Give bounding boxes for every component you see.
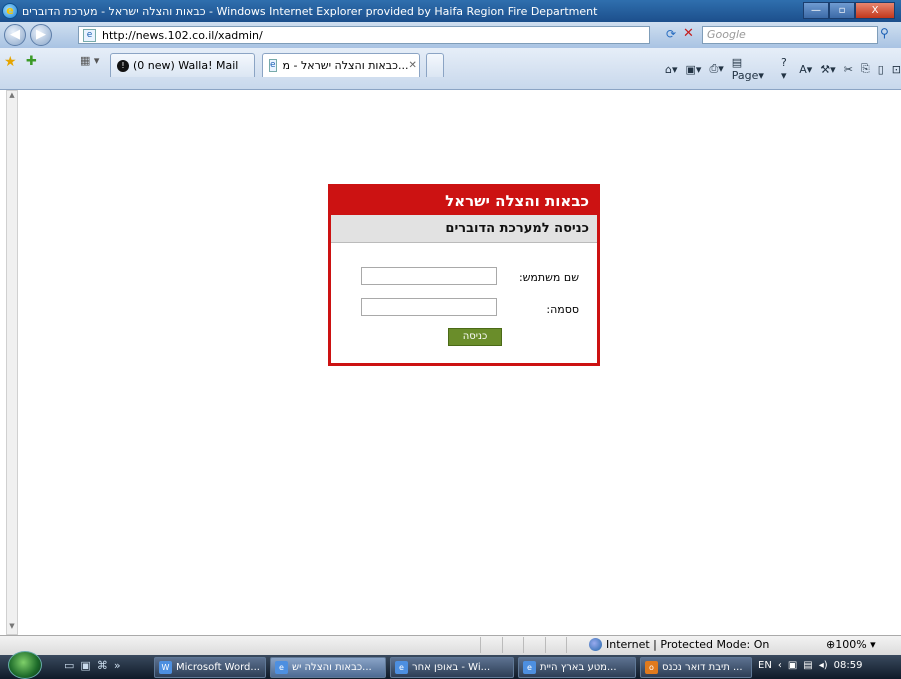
tray-expand-icon[interactable]: ‹ <box>778 660 782 671</box>
close-window-button[interactable]: X <box>855 2 895 19</box>
home-icon[interactable]: ⌂▾ <box>665 63 678 76</box>
window-title: כבאות והצלה ישראל - מערכת הדוברים - Wind… <box>22 4 598 18</box>
vertical-scrollbar[interactable]: ▲ ▼ <box>6 90 18 635</box>
refresh-icon[interactable]: ⟳ <box>666 27 676 41</box>
ie-icon: e <box>395 661 408 674</box>
network-tray-icon[interactable]: ▤ <box>803 660 812 671</box>
new-tab-button[interactable] <box>426 53 444 77</box>
volume-icon[interactable]: ◂) <box>819 660 828 671</box>
back-button[interactable]: ◀ <box>4 24 26 46</box>
login-title: כבאות והצלה ישראל <box>331 187 597 215</box>
show-desktop-icon[interactable]: ▭ <box>64 659 74 672</box>
taskbar-item-ie-active[interactable]: e כבאות והצלה יש... <box>270 657 386 678</box>
network-icon[interactable]: ⌘ <box>97 659 108 672</box>
tools-icon[interactable]: ⚒▾ <box>820 63 835 76</box>
start-button[interactable] <box>8 651 42 679</box>
clock[interactable]: 08:59 <box>834 660 863 671</box>
globe-icon <box>589 638 602 651</box>
system-tray: EN ‹ ▣ ▤ ◂) 08:59 <box>758 660 862 671</box>
feeds-icon[interactable]: ▣▾ <box>686 63 702 76</box>
ie-icon: e <box>523 661 536 674</box>
username-input[interactable] <box>361 267 497 285</box>
ie-icon: e <box>275 661 288 674</box>
add-favorite-icon[interactable]: ✚ <box>26 54 37 69</box>
search-icon[interactable]: ⚲ <box>880 26 889 40</box>
login-panel: כבאות והצלה ישראל כניסה למערכת הדוברים ש… <box>328 184 600 366</box>
status-divider <box>502 637 503 653</box>
tab-walla-mail[interactable]: ! (0 new) Walla! Mail <box>110 53 255 77</box>
outlook-icon: o <box>645 661 658 674</box>
switch-windows-icon[interactable]: ▣ <box>80 659 90 672</box>
username-label: שם משתמש: <box>518 271 579 284</box>
maximize-button[interactable]: ▫ <box>829 2 855 19</box>
taskbar-item-ie[interactable]: e מטע בארץ היית... <box>518 657 636 678</box>
login-subtitle: כניסה למערכת הדוברים <box>331 215 597 243</box>
print-icon[interactable]: ⎙▾ <box>709 62 723 76</box>
page-icon: e <box>83 28 96 42</box>
status-divider <box>480 637 481 653</box>
forward-button[interactable]: ▶ <box>30 24 52 46</box>
zoom-level[interactable]: ⊕100% ▾ <box>826 638 876 651</box>
status-divider <box>566 637 567 653</box>
address-url: http://news.102.co.il/xadmin/ <box>102 28 263 42</box>
walla-icon: ! <box>117 59 129 72</box>
password-input[interactable] <box>361 298 497 316</box>
tab-label: (0 new) Walla! Mail <box>133 59 239 72</box>
taskbar-item-word[interactable]: W Microsoft Word... <box>154 657 266 678</box>
ie-logo-icon: e <box>2 3 18 19</box>
outlook-tray-icon[interactable]: ▣ <box>788 660 797 671</box>
taskbar-item-ie[interactable]: e באופן אחר - Wi... <box>390 657 514 678</box>
password-label: ססמה: <box>546 303 579 316</box>
more-icon[interactable]: » <box>114 659 121 672</box>
taskbar-item-outlook[interactable]: o תיבת דואר נכנס ... <box>640 657 752 678</box>
ie-page-icon: e <box>269 59 277 72</box>
tab-label: כבאות והצלה ישראל - מ... <box>282 59 409 72</box>
command-bar: ⌂▾ ▣▾ ⎙▾ ▤ Page▾ ?▾ A▾ ⚒▾ ✂ ⎘ ▯ ⊡ <box>665 56 901 82</box>
security-zone[interactable]: Internet | Protected Mode: On <box>589 638 769 651</box>
stop-icon[interactable]: ✕ <box>683 26 694 41</box>
clip-icon[interactable]: ✂ <box>844 63 853 76</box>
full-screen-icon[interactable]: ⊡ <box>892 63 901 76</box>
word-icon: W <box>159 661 172 674</box>
zone-text: Internet | Protected Mode: On <box>606 638 770 651</box>
quick-tabs-icon[interactable]: ▦ ▾ <box>80 54 99 67</box>
tab-close-icon[interactable]: ✕ <box>408 60 416 71</box>
search-input[interactable]: Google <box>702 26 878 44</box>
help-icon[interactable]: ?▾ <box>781 56 791 82</box>
tab-fire-rescue[interactable]: e כבאות והצלה ישראל - מ... ✕ <box>262 53 420 77</box>
quick-launch: ▭ ▣ ⌘ » <box>64 659 121 672</box>
language-indicator[interactable]: EN <box>758 660 772 671</box>
page-menu[interactable]: ▤ Page▾ <box>732 56 773 82</box>
favorites-star-icon[interactable]: ★ <box>4 54 17 70</box>
login-submit-button[interactable]: כניסה <box>448 328 502 346</box>
status-divider <box>523 637 524 653</box>
notes-icon[interactable]: ▯ <box>878 63 884 76</box>
status-divider <box>545 637 546 653</box>
minimize-button[interactable]: — <box>803 2 829 19</box>
scroll-up-icon[interactable]: ▲ <box>7 91 17 103</box>
window-controls: — ▫ X <box>803 2 895 19</box>
research-icon[interactable]: A▾ <box>799 63 812 76</box>
copy-icon[interactable]: ⎘ <box>861 62 870 76</box>
address-input[interactable]: e http://news.102.co.il/xadmin/ <box>78 26 650 44</box>
scroll-down-icon[interactable]: ▼ <box>7 622 17 634</box>
window-title-bar: e כבאות והצלה ישראל - מערכת הדוברים - Wi… <box>0 0 901 22</box>
